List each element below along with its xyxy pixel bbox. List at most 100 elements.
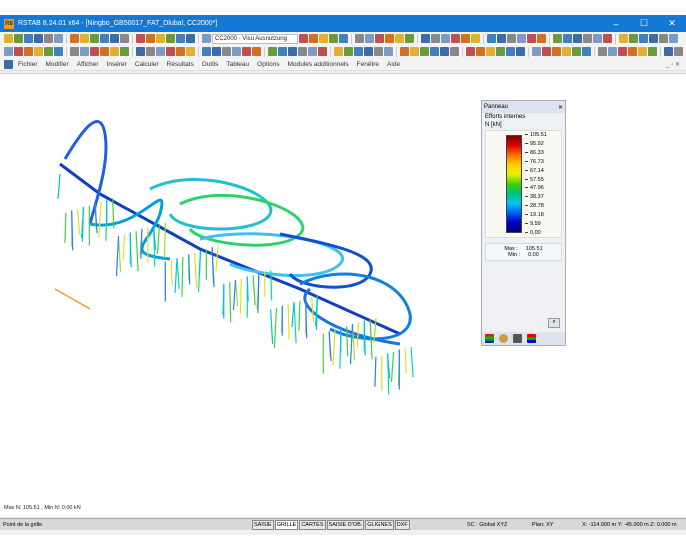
lines-tab-icon[interactable] xyxy=(527,334,536,343)
toolbar-button-icon[interactable] xyxy=(222,47,231,56)
toolbar-button-icon[interactable] xyxy=(298,47,307,56)
status-toggle-button[interactable]: CARTES xyxy=(299,519,326,530)
menu-item[interactable]: Outils xyxy=(202,61,219,68)
toolbar-button-icon[interactable] xyxy=(583,34,592,43)
toolbar-button-icon[interactable] xyxy=(80,47,89,56)
toolbar-button-icon[interactable] xyxy=(232,47,241,56)
toolbar-button-icon[interactable] xyxy=(319,34,328,43)
factors-tab-icon[interactable] xyxy=(499,334,508,343)
toolbar-button-icon[interactable] xyxy=(166,34,175,43)
toolbar-button-icon[interactable] xyxy=(516,47,525,56)
model-view[interactable]: Max N: 105.51 , Min N: 0.00 kN xyxy=(0,73,686,517)
toolbar-button-icon[interactable] xyxy=(629,34,638,43)
toolbar-button-icon[interactable] xyxy=(146,47,155,56)
toolbar-button-icon[interactable] xyxy=(441,34,450,43)
zoom-icon[interactable]: ⌕ xyxy=(548,318,560,328)
menu-item[interactable]: Fichier xyxy=(18,61,38,68)
toolbar-button-icon[interactable] xyxy=(34,34,43,43)
toolbar-button-icon[interactable] xyxy=(527,34,536,43)
toolbar-button-icon[interactable] xyxy=(598,47,607,56)
toolbar-button-icon[interactable] xyxy=(186,34,195,43)
toolbar-button-icon[interactable] xyxy=(252,47,261,56)
minimize-button[interactable]: – xyxy=(602,19,630,29)
toolbar-button-icon[interactable] xyxy=(70,47,79,56)
toolbar-button-icon[interactable] xyxy=(639,34,648,43)
toolbar-button-icon[interactable] xyxy=(100,47,109,56)
toolbar-button-icon[interactable] xyxy=(628,47,637,56)
toolbar-button-icon[interactable] xyxy=(355,34,364,43)
toolbar-button-icon[interactable] xyxy=(278,47,287,56)
toolbar-button-icon[interactable] xyxy=(664,47,673,56)
toolbar-button-icon[interactable] xyxy=(669,34,678,43)
toolbar-button-icon[interactable] xyxy=(542,47,551,56)
toolbar-button-icon[interactable] xyxy=(375,34,384,43)
status-toggle-button[interactable]: GRILLE xyxy=(274,519,299,530)
toolbar-button-icon[interactable] xyxy=(100,34,109,43)
toolbar-button-icon[interactable] xyxy=(497,34,506,43)
toolbar-button-icon[interactable] xyxy=(54,47,63,56)
toolbar-button-icon[interactable] xyxy=(649,34,658,43)
toolbar-button-icon[interactable] xyxy=(471,34,480,43)
toolbar-button-icon[interactable] xyxy=(517,34,526,43)
toolbar-button-icon[interactable] xyxy=(136,47,145,56)
toolbar-button-icon[interactable] xyxy=(619,34,628,43)
toolbar-button-icon[interactable] xyxy=(54,34,63,43)
toolbar-button-icon[interactable] xyxy=(44,34,53,43)
toolbar-button-icon[interactable] xyxy=(648,47,657,56)
toolbar-button-icon[interactable] xyxy=(288,47,297,56)
toolbar-button-icon[interactable] xyxy=(365,34,374,43)
menu-item[interactable]: Résultats xyxy=(167,61,194,68)
toolbar-button-icon[interactable] xyxy=(364,47,373,56)
toolbar-button-icon[interactable] xyxy=(334,47,343,56)
toolbar-button-icon[interactable] xyxy=(14,47,23,56)
toolbar-button-icon[interactable] xyxy=(44,47,53,56)
toolbar-button-icon[interactable] xyxy=(563,34,572,43)
toolbar-button-icon[interactable] xyxy=(440,47,449,56)
toolbar-button-icon[interactable] xyxy=(618,47,627,56)
toolbar-button-icon[interactable] xyxy=(507,34,516,43)
toolbar-button-icon[interactable] xyxy=(461,34,470,43)
toolbar-button-icon[interactable] xyxy=(299,34,308,43)
toolbar-button-icon[interactable] xyxy=(572,47,581,56)
toolbar-button-icon[interactable] xyxy=(593,34,602,43)
toolbar-button-icon[interactable] xyxy=(603,34,612,43)
menu-item[interactable]: Modifier xyxy=(46,61,69,68)
toolbar-button-icon[interactable] xyxy=(80,34,89,43)
toolbar-button-icon[interactable] xyxy=(562,47,571,56)
mdi-window-controls[interactable]: _ ▫ ✕ xyxy=(666,61,680,68)
toolbar-button-icon[interactable] xyxy=(24,47,33,56)
toolbar-button-icon[interactable] xyxy=(674,47,683,56)
toolbar-button-icon[interactable] xyxy=(24,34,33,43)
toolbar-button-icon[interactable] xyxy=(70,34,79,43)
toolbar-button-icon[interactable] xyxy=(405,34,414,43)
color-scale-tab-icon[interactable] xyxy=(485,334,494,343)
toolbar-button-icon[interactable] xyxy=(420,47,429,56)
toolbar-button-icon[interactable] xyxy=(537,34,546,43)
toolbar-button-icon[interactable] xyxy=(552,47,561,56)
toolbar-button-icon[interactable] xyxy=(450,47,459,56)
toolbar-button-icon[interactable] xyxy=(136,34,145,43)
status-toggle-button[interactable]: GLIGNES xyxy=(365,519,394,530)
toolbar-button-icon[interactable] xyxy=(582,47,591,56)
close-button[interactable]: ✕ xyxy=(658,18,686,29)
toolbar-button-icon[interactable] xyxy=(431,34,440,43)
toolbar-button-icon[interactable] xyxy=(4,34,13,43)
toolbar-button-icon[interactable] xyxy=(421,34,430,43)
toolbar-button-icon[interactable] xyxy=(268,47,277,56)
toolbar-button-icon[interactable] xyxy=(90,47,99,56)
toolbar-button-icon[interactable] xyxy=(156,47,165,56)
menu-item[interactable]: Insérer xyxy=(107,61,127,68)
menu-item[interactable]: Fenêtre xyxy=(357,61,379,68)
toolbar-button-icon[interactable] xyxy=(486,47,495,56)
toolbar-button-icon[interactable] xyxy=(608,47,617,56)
toolbar-button-icon[interactable] xyxy=(553,34,562,43)
toolbar-button-icon[interactable] xyxy=(110,47,119,56)
menu-item[interactable]: Calculer xyxy=(135,61,159,68)
menu-item[interactable]: Modules additionnels xyxy=(288,61,349,68)
toolbar-button-icon[interactable] xyxy=(339,34,348,43)
menu-item[interactable]: Aide xyxy=(387,61,400,68)
toolbar-button-icon[interactable] xyxy=(14,34,23,43)
toolbar-button-icon[interactable] xyxy=(430,47,439,56)
toolbar-button-icon[interactable] xyxy=(318,47,327,56)
toolbar-button-icon[interactable] xyxy=(410,47,419,56)
